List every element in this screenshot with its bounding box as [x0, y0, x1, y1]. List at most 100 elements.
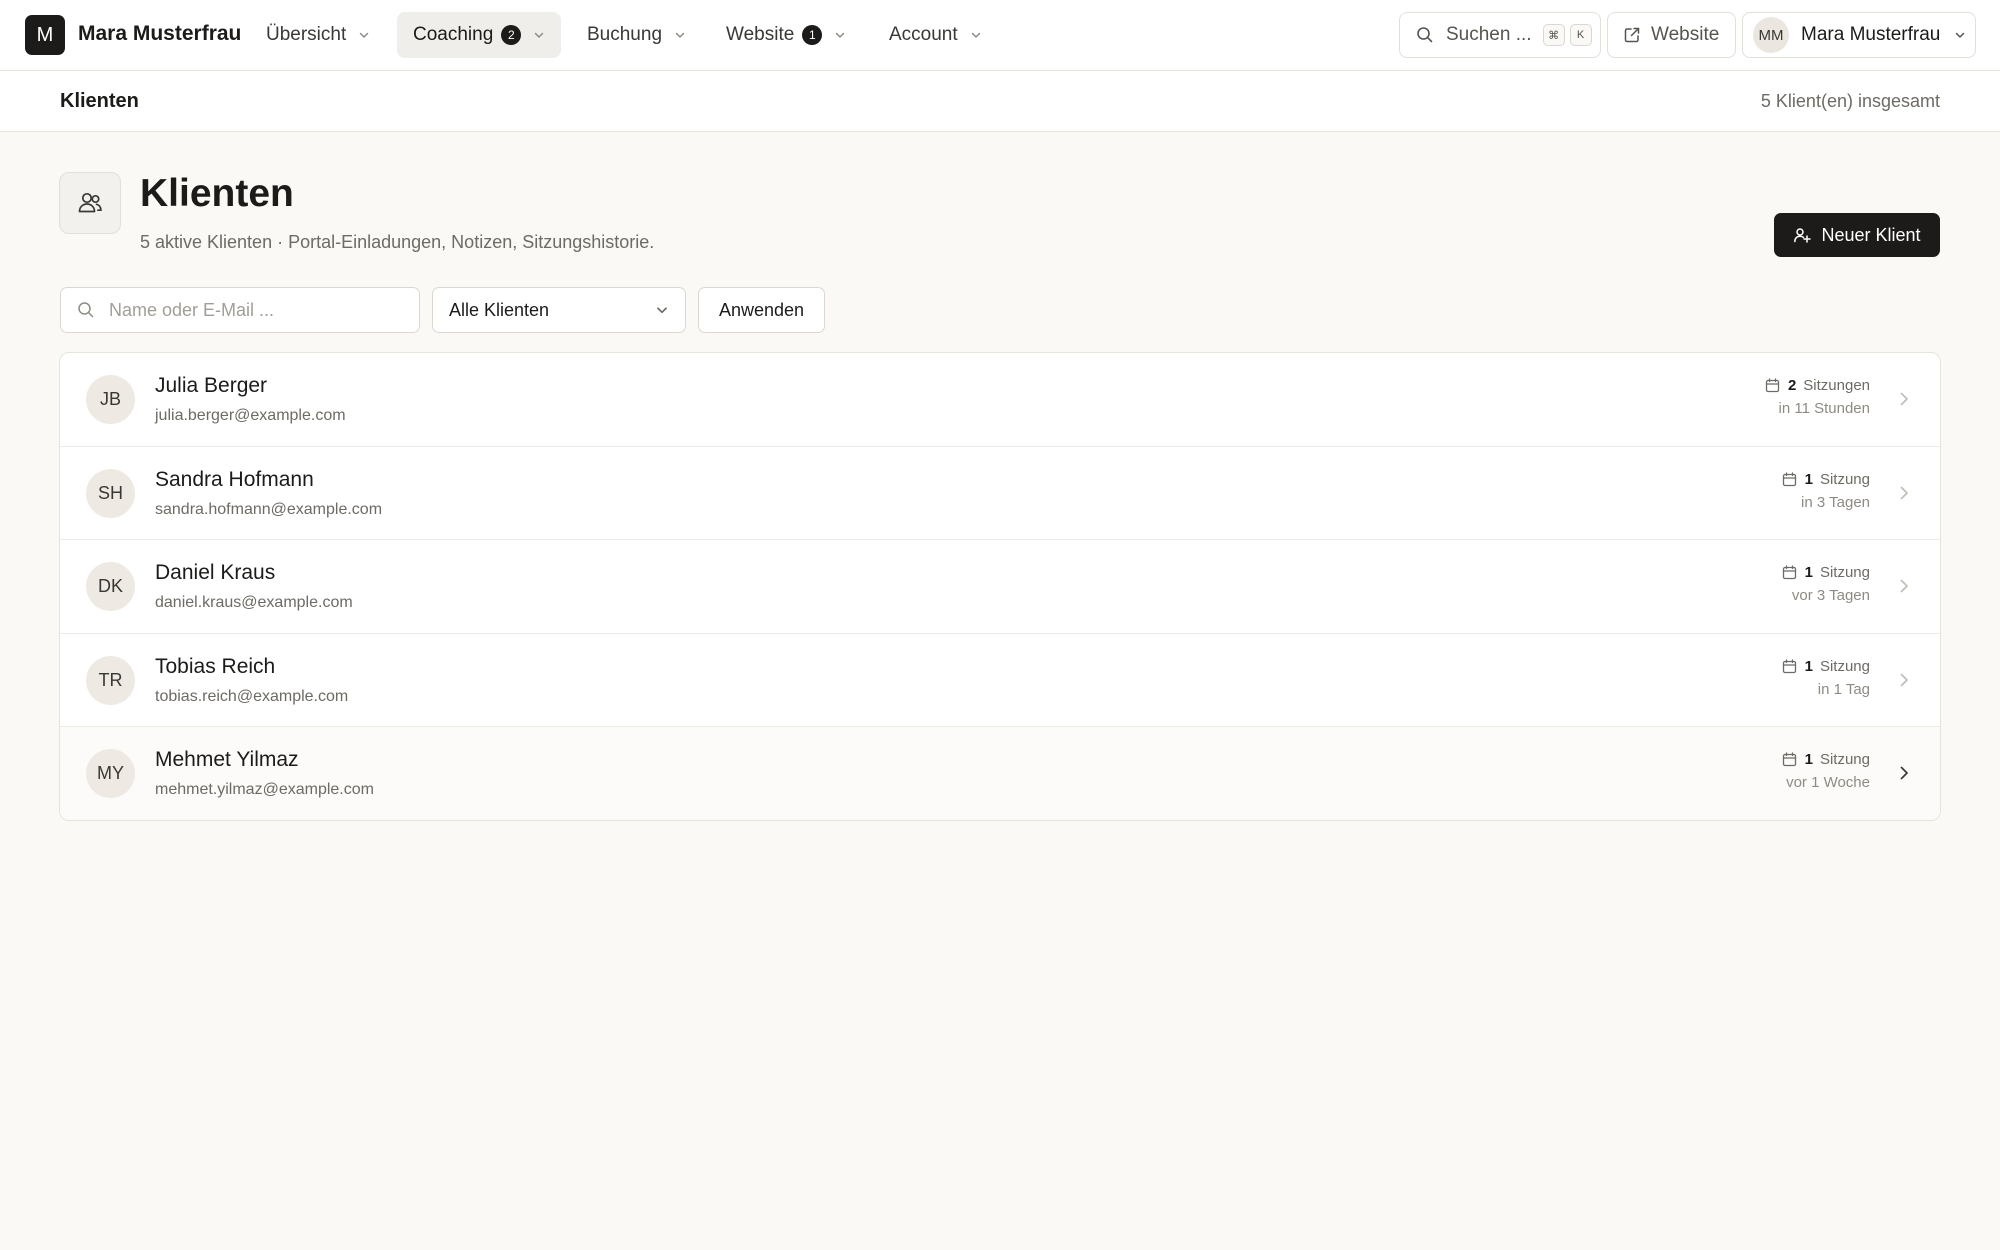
page-title: Klienten: [140, 172, 294, 215]
new-client-button[interactable]: Neuer Klient: [1774, 213, 1940, 257]
user-menu-button[interactable]: MM Mara Musterfrau: [1742, 12, 1976, 58]
session-unit: Sitzung: [1819, 657, 1870, 675]
user-name: Mara Musterfrau: [1801, 24, 1941, 45]
view-website-button[interactable]: Website: [1607, 12, 1736, 58]
client-initials: DK: [97, 576, 123, 597]
calendar-icon: [1782, 752, 1796, 767]
chevron-down-icon: [971, 32, 980, 38]
view-website-label: Website: [1651, 24, 1720, 45]
session-count-line: 2 Sitzungen: [1765, 377, 1870, 394]
session-count: 1: [1804, 657, 1813, 675]
nav-label: Coaching: [413, 24, 494, 45]
calendar-icon: [1765, 378, 1780, 393]
session-relative-time: in 11 Stunden: [1778, 400, 1870, 417]
client-avatar: JB: [86, 375, 135, 424]
sub-header: Klienten 5 Klient(en) insgesamt: [0, 71, 2000, 132]
session-count-line: 1 Sitzung: [1782, 564, 1870, 581]
client-name: Daniel Kraus: [155, 561, 276, 585]
session-count: 1: [1804, 564, 1813, 582]
shortcut-key-cmd: ⌘: [1542, 24, 1565, 46]
client-row[interactable]: SH Sandra Hofmann sandra.hofmann@example…: [60, 447, 1940, 541]
brand-name[interactable]: Mara Musterfrau: [78, 22, 241, 46]
session-count: 2: [1787, 377, 1797, 394]
chevron-down-icon: [836, 32, 845, 38]
nav-coaching[interactable]: Coaching 2: [397, 12, 562, 58]
client-filter-value: Alle Klienten: [449, 299, 550, 320]
client-session-info: 1 Sitzung in 1 Tag: [1782, 658, 1870, 698]
nav-account[interactable]: Account: [873, 12, 998, 58]
search-icon: [78, 302, 94, 318]
session-count-line: 1 Sitzung: [1782, 658, 1870, 675]
breadcrumb: Klienten: [60, 90, 139, 112]
client-name: Mehmet Yilmaz: [155, 748, 299, 772]
client-avatar: MY: [86, 749, 135, 799]
session-count: 1: [1804, 751, 1813, 769]
nav-website[interactable]: Website 1: [710, 12, 862, 58]
session-relative-time: in 1 Tag: [1817, 680, 1870, 698]
global-search-button[interactable]: Suchen ... ⌘ K: [1399, 12, 1601, 58]
client-filter-select[interactable]: Alle Klienten: [432, 287, 686, 333]
nav-label: Website: [726, 24, 795, 45]
client-avatar: SH: [86, 468, 135, 518]
client-session-info: 1 Sitzung vor 3 Tagen: [1782, 564, 1870, 604]
client-avatar: DK: [86, 562, 135, 612]
nav-label: Buchung: [587, 24, 663, 45]
client-row[interactable]: JB Julia Berger julia.berger@example.com…: [60, 353, 1940, 447]
client-avatar: TR: [86, 655, 135, 705]
session-relative-time: in 3 Tagen: [1801, 493, 1870, 511]
external-link-icon: [1624, 27, 1640, 43]
client-initials: JB: [99, 389, 121, 409]
nav-buchung[interactable]: Buchung: [571, 12, 702, 58]
calendar-icon: [1782, 565, 1796, 580]
calendar-icon: [1782, 659, 1796, 673]
client-email: daniel.kraus@example.com: [155, 594, 353, 612]
top-navigation: M Mara Musterfrau Übersicht Coaching 2 B…: [0, 0, 2000, 71]
client-email: mehmet.yilmaz@example.com: [155, 781, 374, 799]
nav-count-badge: 1: [802, 25, 823, 45]
nav-label: Übersicht: [266, 24, 347, 45]
session-count-line: 1 Sitzung: [1782, 471, 1870, 488]
nav-label: Account: [889, 24, 958, 45]
client-name: Julia Berger: [155, 374, 268, 397]
session-unit: Sitzungen: [1803, 377, 1870, 394]
chevron-right-icon: [1900, 486, 1908, 499]
global-search-label: Suchen ...: [1446, 24, 1532, 45]
brand-logo[interactable]: M: [25, 15, 65, 55]
chevron-right-icon: [1900, 673, 1908, 687]
session-unit: Sitzung: [1819, 470, 1870, 488]
session-count-line: 1 Sitzung: [1782, 751, 1870, 768]
client-row[interactable]: MY Mehmet Yilmaz mehmet.yilmaz@example.c…: [60, 727, 1940, 820]
client-search-input[interactable]: [109, 288, 409, 332]
session-relative-time: vor 1 Woche: [1786, 774, 1870, 792]
client-session-info: 2 Sitzungen in 11 Stunden: [1765, 377, 1870, 417]
apply-filter-label: Anwenden: [718, 299, 805, 320]
session-count: 1: [1804, 470, 1813, 488]
client-total-count: 5 Klient(en) insgesamt: [1760, 91, 1940, 111]
chevron-down-icon: [360, 32, 369, 38]
client-row[interactable]: TR Tobias Reich tobias.reich@example.com…: [60, 634, 1940, 728]
search-icon: [1417, 27, 1433, 43]
shortcut-key-k: K: [1569, 24, 1592, 46]
nav-ubersicht[interactable]: Übersicht: [250, 12, 386, 58]
session-relative-time: vor 3 Tagen: [1791, 587, 1870, 605]
client-name: Tobias Reich: [155, 654, 276, 678]
session-unit: Sitzung: [1819, 564, 1870, 582]
client-email: sandra.hofmann@example.com: [155, 500, 383, 518]
client-session-info: 1 Sitzung vor 1 Woche: [1782, 751, 1870, 791]
new-client-label: Neuer Klient: [1821, 224, 1921, 245]
client-email: tobias.reich@example.com: [155, 687, 349, 705]
session-unit: Sitzung: [1819, 751, 1870, 769]
users-icon: [78, 192, 102, 213]
brand-logo-letter: M: [36, 23, 54, 46]
client-search-field[interactable]: [60, 287, 420, 333]
apply-filter-button[interactable]: Anwenden: [698, 287, 825, 333]
chevron-down-icon: [1956, 32, 1965, 38]
client-session-info: 1 Sitzung in 3 Tagen: [1782, 471, 1870, 511]
chevron-down-icon: [675, 32, 685, 38]
clients-page-icon: [59, 172, 121, 234]
nav-count-badge: 2: [501, 25, 522, 45]
client-list: JB Julia Berger julia.berger@example.com…: [59, 352, 1941, 821]
client-row[interactable]: DK Daniel Kraus daniel.kraus@example.com…: [60, 540, 1940, 634]
client-email: julia.berger@example.com: [155, 407, 346, 424]
client-initials: TR: [98, 669, 123, 690]
